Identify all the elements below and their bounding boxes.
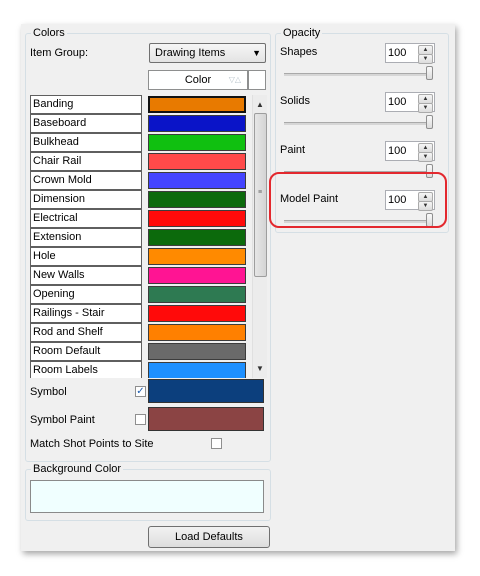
opacity-spinbox[interactable]: 100 ▲ ▼ xyxy=(385,141,435,162)
color-row[interactable]: Baseboard xyxy=(30,114,256,133)
symbol-paint-checkbox[interactable] xyxy=(135,414,146,425)
item-group-select[interactable]: Drawing Items ▼ xyxy=(149,43,266,63)
color-row-name: Rod and Shelf xyxy=(30,323,142,342)
color-row-swatch[interactable] xyxy=(148,267,246,284)
color-row-name: New Walls xyxy=(30,266,142,285)
color-row-name: Railings - Stair xyxy=(30,304,142,323)
opacity-spinbox[interactable]: 100 ▲ ▼ xyxy=(385,92,435,113)
spin-down-icon[interactable]: ▼ xyxy=(418,54,433,64)
color-list-scrollbar[interactable]: ▲ ≡ ▼ xyxy=(252,95,267,378)
color-row[interactable]: Crown Mold xyxy=(30,171,256,190)
color-row-swatch[interactable] xyxy=(148,362,246,378)
color-row-swatch[interactable] xyxy=(148,172,246,189)
opacity-spinbox[interactable]: 100 ▲ ▼ xyxy=(385,43,435,64)
background-color-title: Background Color xyxy=(31,463,124,476)
highlight-annotation xyxy=(269,172,447,228)
color-row[interactable]: Railings - Stair xyxy=(30,304,256,323)
item-group-label: Item Group: xyxy=(30,47,89,59)
grip-icon: ≡ xyxy=(258,189,263,196)
opacity-value: 100 xyxy=(388,96,407,108)
color-row-name: Banding xyxy=(30,95,142,114)
background-color-swatch[interactable] xyxy=(30,480,264,513)
color-row-name: Electrical xyxy=(30,209,142,228)
color-row-name: Extension xyxy=(30,228,142,247)
color-row-name: Opening xyxy=(30,285,142,304)
color-row[interactable]: Dimension xyxy=(30,190,256,209)
color-column-header-label: Color xyxy=(184,74,212,86)
color-row-swatch[interactable] xyxy=(148,191,246,208)
color-row[interactable]: Bulkhead xyxy=(30,133,256,152)
color-row-name: Crown Mold xyxy=(30,171,142,190)
color-row[interactable]: Room Labels xyxy=(30,361,256,378)
symbol-label: Symbol xyxy=(30,386,67,398)
color-row[interactable]: Room Default xyxy=(30,342,256,361)
opacity-value: 100 xyxy=(388,145,407,157)
load-defaults-button[interactable]: Load Defaults xyxy=(148,526,270,548)
slider-thumb[interactable] xyxy=(426,66,433,80)
match-shot-points-label: Match Shot Points to Site xyxy=(30,438,154,450)
color-row[interactable]: Extension xyxy=(30,228,256,247)
scrollbar-thumb[interactable]: ≡ xyxy=(254,113,267,277)
color-row-name: Baseboard xyxy=(30,114,142,133)
opacity-label: Shapes xyxy=(280,46,318,58)
header-spacer xyxy=(248,70,266,90)
scroll-up-icon[interactable]: ▲ xyxy=(253,97,267,113)
spin-down-icon[interactable]: ▼ xyxy=(418,103,433,113)
color-row[interactable]: Chair Rail xyxy=(30,152,256,171)
color-row-name: Room Default xyxy=(30,342,142,361)
opacity-slider[interactable] xyxy=(284,66,433,80)
slider-thumb[interactable] xyxy=(426,115,433,129)
color-row[interactable]: New Walls xyxy=(30,266,256,285)
opacity-label: Solids xyxy=(280,95,310,107)
slider-track xyxy=(284,73,430,76)
opacity-slider[interactable] xyxy=(284,115,433,129)
color-row-name: Room Labels xyxy=(30,361,142,378)
color-list: Banding Baseboard Bulkhead Chair Rail Crown … xyxy=(30,95,256,378)
symbol-paint-label: Symbol Paint xyxy=(30,414,95,426)
color-row-swatch[interactable] xyxy=(148,210,246,227)
color-row-swatch[interactable] xyxy=(148,134,246,151)
slider-track xyxy=(284,122,430,125)
symbol-checkbox[interactable]: ✓ xyxy=(135,386,146,397)
colors-group-title: Colors xyxy=(31,27,67,40)
color-row-name: Hole xyxy=(30,247,142,266)
color-row-name: Dimension xyxy=(30,190,142,209)
symbol-paint-color-swatch[interactable] xyxy=(148,407,264,431)
color-row-swatch[interactable] xyxy=(148,324,246,341)
color-row[interactable]: Electrical xyxy=(30,209,256,228)
opacity-group-title: Opacity xyxy=(281,27,323,40)
color-row-swatch[interactable] xyxy=(148,248,246,265)
sort-icon: ▽△ xyxy=(228,75,241,84)
item-group-value: Drawing Items xyxy=(155,47,226,59)
spin-down-icon[interactable]: ▼ xyxy=(418,152,433,162)
symbol-color-swatch[interactable] xyxy=(148,379,264,403)
color-row[interactable]: Rod and Shelf xyxy=(30,323,256,342)
color-row-swatch[interactable] xyxy=(148,115,246,132)
color-row-swatch[interactable] xyxy=(148,229,246,246)
color-column-header[interactable]: Color ▽△ xyxy=(148,70,248,90)
color-row-swatch[interactable] xyxy=(148,343,246,360)
match-shot-points-checkbox[interactable] xyxy=(211,438,222,449)
chevron-down-icon: ▼ xyxy=(252,48,261,58)
color-row[interactable]: Hole xyxy=(30,247,256,266)
color-row-swatch[interactable] xyxy=(148,153,246,170)
scroll-down-icon[interactable]: ▼ xyxy=(253,361,267,377)
opacity-value: 100 xyxy=(388,47,407,59)
settings-panel: Colors Item Group: Drawing Items ▼ Color… xyxy=(21,24,455,551)
color-row-swatch[interactable] xyxy=(148,96,246,113)
color-row-swatch[interactable] xyxy=(148,305,246,322)
color-row-swatch[interactable] xyxy=(148,286,246,303)
color-row-name: Chair Rail xyxy=(30,152,142,171)
color-row[interactable]: Banding xyxy=(30,95,256,114)
color-row-name: Bulkhead xyxy=(30,133,142,152)
opacity-label: Paint xyxy=(280,144,306,156)
color-row[interactable]: Opening xyxy=(30,285,256,304)
